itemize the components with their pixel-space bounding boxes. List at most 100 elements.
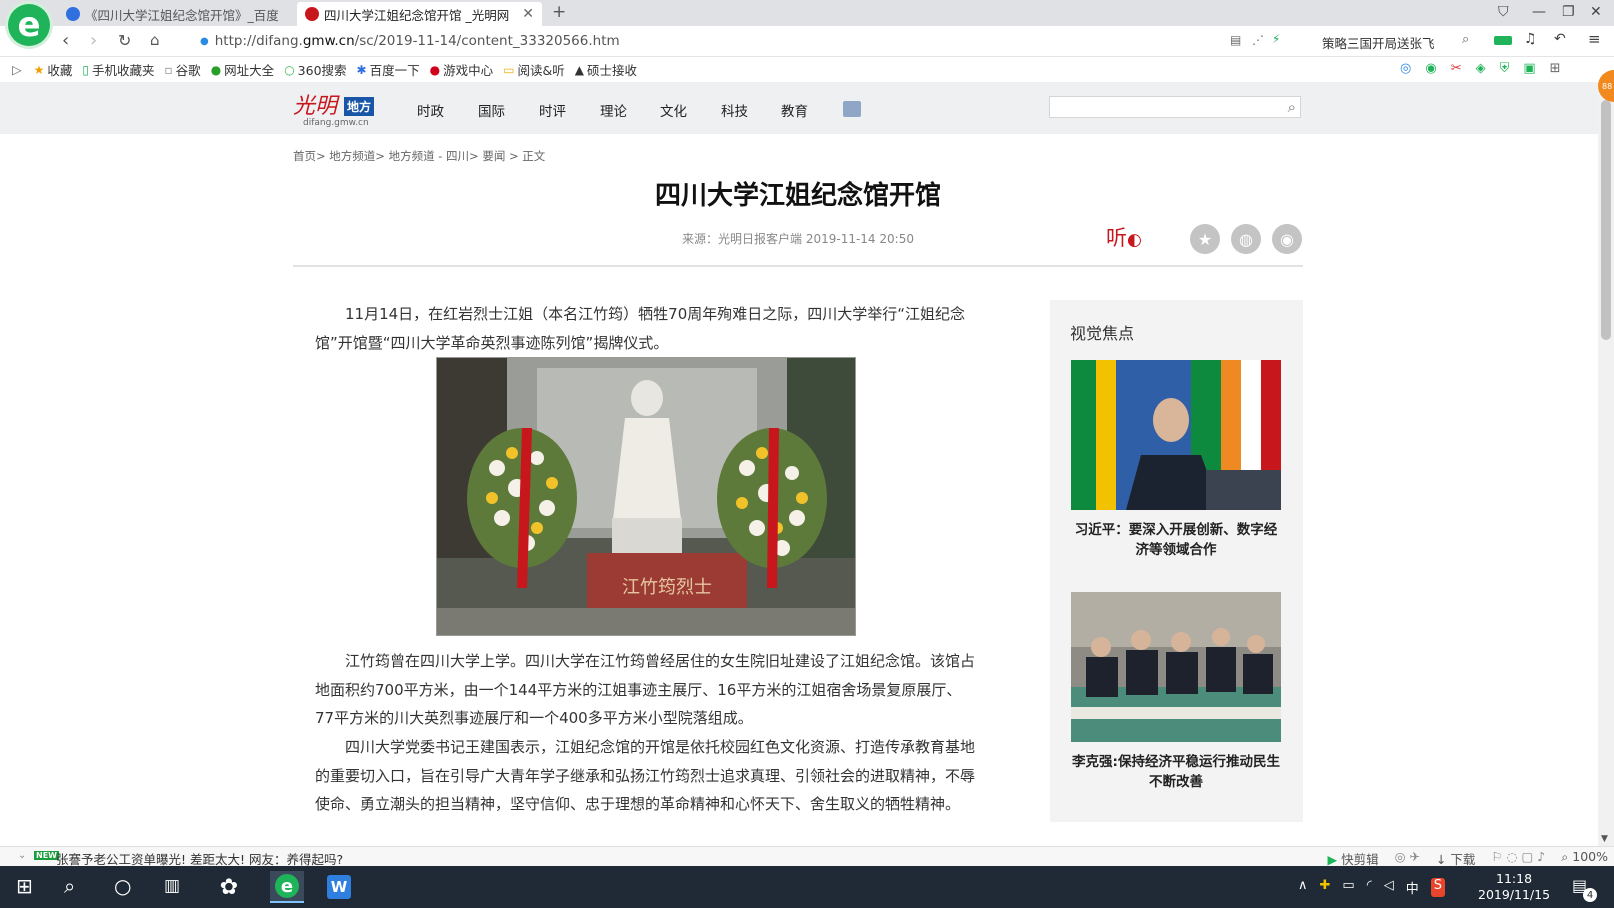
wifi-icon[interactable]: ◜ [1367,878,1372,897]
reader-icon[interactable]: ▤ [1230,33,1241,47]
tray-app-icon[interactable]: ✚ [1320,878,1331,897]
address-toolbar: ‹ › ↻ ⌂ ● http://difang. gmw.cn/sc/2019-1… [0,26,1614,57]
page-icon: ▫ [164,62,173,77]
scrollbar-thumb[interactable] [1601,100,1611,340]
bookmarks-bar: ▷ ★ 收藏 ▯ 手机收藏夹 ▫ 谷歌 ● 网址大全 ○ 360搜索 ✱ 百度一下 ● 游戏中… [0,57,1614,83]
page-scrollbar[interactable]: ▼ [1598,82,1614,846]
focus-caption-2[interactable]: 李克强:保持经济平稳运行推动民生不断改善 [1071,752,1281,792]
focus-image-1[interactable] [1071,360,1281,510]
bookmark-google[interactable]: ▫ 谷歌 [165,60,201,79]
weibo-icon[interactable]: ◉ [1272,224,1302,254]
browser-status-bar: ⌄ NEW 张謇予老公工资单曝光! 差距太大! 网友：养得起吗? ▶ 快剪辑 ◎… [0,846,1614,867]
focus-caption-1[interactable]: 习近平：要深入开展创新、数字经济等领域合作 [1071,520,1281,560]
taskbar-wps-app[interactable]: W [322,871,356,903]
nav-politics[interactable]: 时政 [417,100,444,120]
nav-education[interactable]: 教育 [781,100,808,120]
bookmark-favorites[interactable]: ★ 收藏 [34,60,73,79]
expand-icon[interactable]: ⌄ [18,850,26,861]
minimize-icon[interactable]: — [1532,4,1546,20]
site-search-input[interactable]: ⌕ [1049,96,1301,118]
new-tab-icon[interactable]: + [552,2,566,22]
scissors-icon[interactable]: ✂ [1451,61,1462,76]
scroll-down-icon[interactable]: ▼ [1601,834,1608,844]
bookmark-master[interactable]: ▲ 硕士接收 [575,60,637,79]
nav-commentary[interactable]: 时评 [539,100,566,120]
extension-2-icon[interactable]: ◉ [1425,61,1436,76]
nav-international[interactable]: 国际 [478,100,505,120]
logo-main: 光明 [293,94,338,119]
tray-expand-icon[interactable]: ∧ [1298,878,1308,897]
taskbar-clock[interactable]: 11:18 2019/11/15 [1478,871,1550,903]
taskbar-app-1[interactable]: ✿ [212,871,246,903]
speed-icon[interactable]: ⚡ [1272,32,1280,46]
browser-tab-bar: 《四川大学江姐纪念馆开馆》_百度 四川大学江姐纪念馆开馆 _光明网 ✕ + ⛉ … [0,0,1614,26]
extension-1-icon[interactable]: ◎ [1400,61,1411,76]
volume-icon[interactable]: ◁ [1384,878,1394,897]
bookmark-360[interactable]: ○ 360搜索 [284,60,346,79]
more-menu-icon[interactable] [843,101,861,117]
xi-photo [1071,360,1281,510]
speaker-icon: ◐ [1127,230,1142,250]
title-divider [293,265,1303,267]
tab-gmw[interactable]: 四川大学江姐纪念馆开馆 _光明网 ✕ [297,2,542,26]
bookmark-mobile[interactable]: ▯ 手机收藏夹 [82,60,154,79]
nav-theory[interactable]: 理论 [600,100,627,120]
windows-start-icon[interactable]: ⊞ [16,874,33,898]
search-icon[interactable]: ⌕ [1462,32,1469,47]
search-icon[interactable]: ⌕ [1288,98,1296,116]
nav-tech[interactable]: 科技 [721,100,748,120]
url-field[interactable]: ● http://difang. gmw.cn/sc/2019-11-14/con… [200,30,1220,52]
tab-baidu[interactable]: 《四川大学江姐纪念馆开馆》_百度 [58,2,293,26]
search-icon[interactable]: ⌕ [64,874,75,898]
skin-icon[interactable]: ⛉ [1498,4,1509,20]
bookmark-hao123[interactable]: ● 网址大全 [211,60,275,79]
wps-writer-icon: W [327,875,351,899]
back-icon[interactable]: ‹ [62,30,69,51]
breadcrumb[interactable]: 首页> 地方频道> 地方频道 - 四川> 要闻 > 正文 [293,148,545,164]
visual-focus-sidebar: 视觉焦点 习近平：要深入开展创新、数字经济等领域合作 李克强:保持经济平稳运行推… [1050,300,1303,822]
paragraph-2: 江竹筠曾在四川大学上学。四川大学在江竹筠曾经居住的女生院旧址建设了江姐纪念馆。该… [315,652,976,727]
site-header: 光明 地方 difang.gmw.cn 时政 国际 时评 理论 文化 科技 教育… [0,82,1598,134]
listen-button[interactable]: 听◐ [1106,222,1142,252]
clock-date: 2019/11/15 [1478,887,1551,902]
app-logo-icon: ✿ [219,874,239,900]
taskbar-browser-app[interactable]: e [270,871,304,903]
menu-icon[interactable]: ≡ [1588,30,1601,48]
browser-e-icon: e [275,874,299,898]
share-icon[interactable]: ⋰ [1252,33,1264,47]
home-icon[interactable]: ⌂ [150,31,160,49]
sogou-icon[interactable]: S [1430,878,1446,897]
restore-icon[interactable]: ❐ [1562,4,1575,20]
sidebar-toggle-icon[interactable]: ▷ [12,62,22,77]
toolbar-news[interactable]: 策略三国开局送张飞 [1322,33,1435,52]
bookmark-baidu[interactable]: ✱ 百度一下 [357,60,420,79]
bookmark-games[interactable]: ● 游戏中心 [430,60,494,79]
cortana-icon[interactable]: ○ [114,874,131,898]
tab-close-icon[interactable]: ✕ [522,6,534,22]
undo-icon[interactable]: ↶ [1554,31,1566,47]
tab-label: 《四川大学江姐纪念馆开馆》_百度 [85,7,279,23]
apps-icon[interactable]: ⊞ [1550,61,1561,76]
task-view-icon[interactable]: ▥ [164,876,180,896]
sidebar-title: 视觉焦点 [1070,324,1135,343]
wechat-icon[interactable]: ◍ [1231,224,1261,254]
nav-culture[interactable]: 文化 [660,100,687,120]
ime-indicator[interactable]: 中 [1406,878,1419,897]
bookmark-reading[interactable]: ▭ 阅读&听 [503,60,565,79]
reload-icon[interactable]: ↻ [118,31,131,50]
site-logo[interactable]: 光明 地方 difang.gmw.cn [293,88,383,128]
favorite-star-icon[interactable]: ★ [1190,224,1220,254]
browser-logo-icon[interactable]: e [8,4,50,46]
battery-icon[interactable] [1494,36,1512,45]
battery-icon[interactable]: ▭ [1342,878,1354,897]
translate-icon[interactable]: ◈ [1476,61,1486,76]
forward-icon[interactable]: › [90,30,97,51]
close-window-icon[interactable]: ✕ [1590,4,1602,20]
tab-label: 四川大学江姐纪念馆开馆 _光明网 [324,7,510,23]
gamepad-icon[interactable]: ▣ [1523,61,1535,76]
game-icon: ● [429,62,441,77]
shield-icon[interactable]: ⛨ [1500,61,1510,76]
folder-icon: ▭ [503,62,515,77]
headset-icon[interactable]: ♫ [1524,31,1537,47]
focus-image-2[interactable] [1071,592,1281,742]
